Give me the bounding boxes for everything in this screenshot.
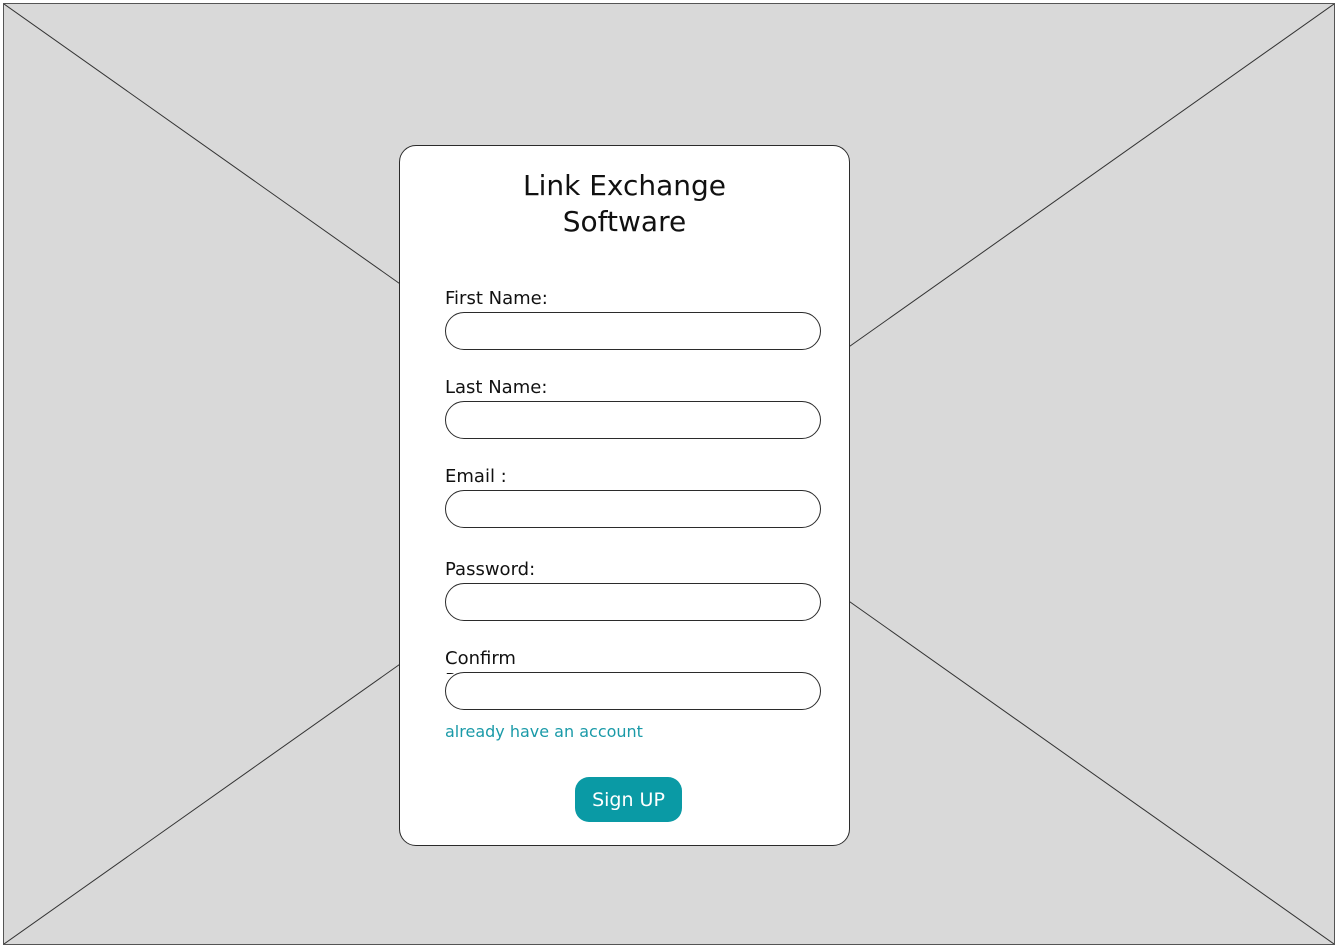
confirm-password-label: Confirm Password: [445,648,535,674]
app-title-line-2: Software [562,205,687,238]
password-label: Password: [445,559,536,580]
first-name-input[interactable] [445,312,821,350]
confirm-password-label-wrapper: Confirm Password: [445,648,645,674]
last-name-label: Last Name: [445,377,548,398]
app-title: Link Exchange Software [400,168,849,240]
signup-card: Link Exchange Software First Name: Last … [399,145,850,846]
email-label: Email : [445,466,507,487]
already-have-account-link[interactable]: already have an account [445,722,643,742]
first-name-label: First Name: [445,288,548,309]
email-input[interactable] [445,490,821,528]
last-name-input[interactable] [445,401,821,439]
password-input[interactable] [445,583,821,621]
confirm-password-input[interactable] [445,672,821,710]
app-title-line-1: Link Exchange [522,169,727,202]
sign-up-button[interactable]: Sign UP [575,777,682,822]
